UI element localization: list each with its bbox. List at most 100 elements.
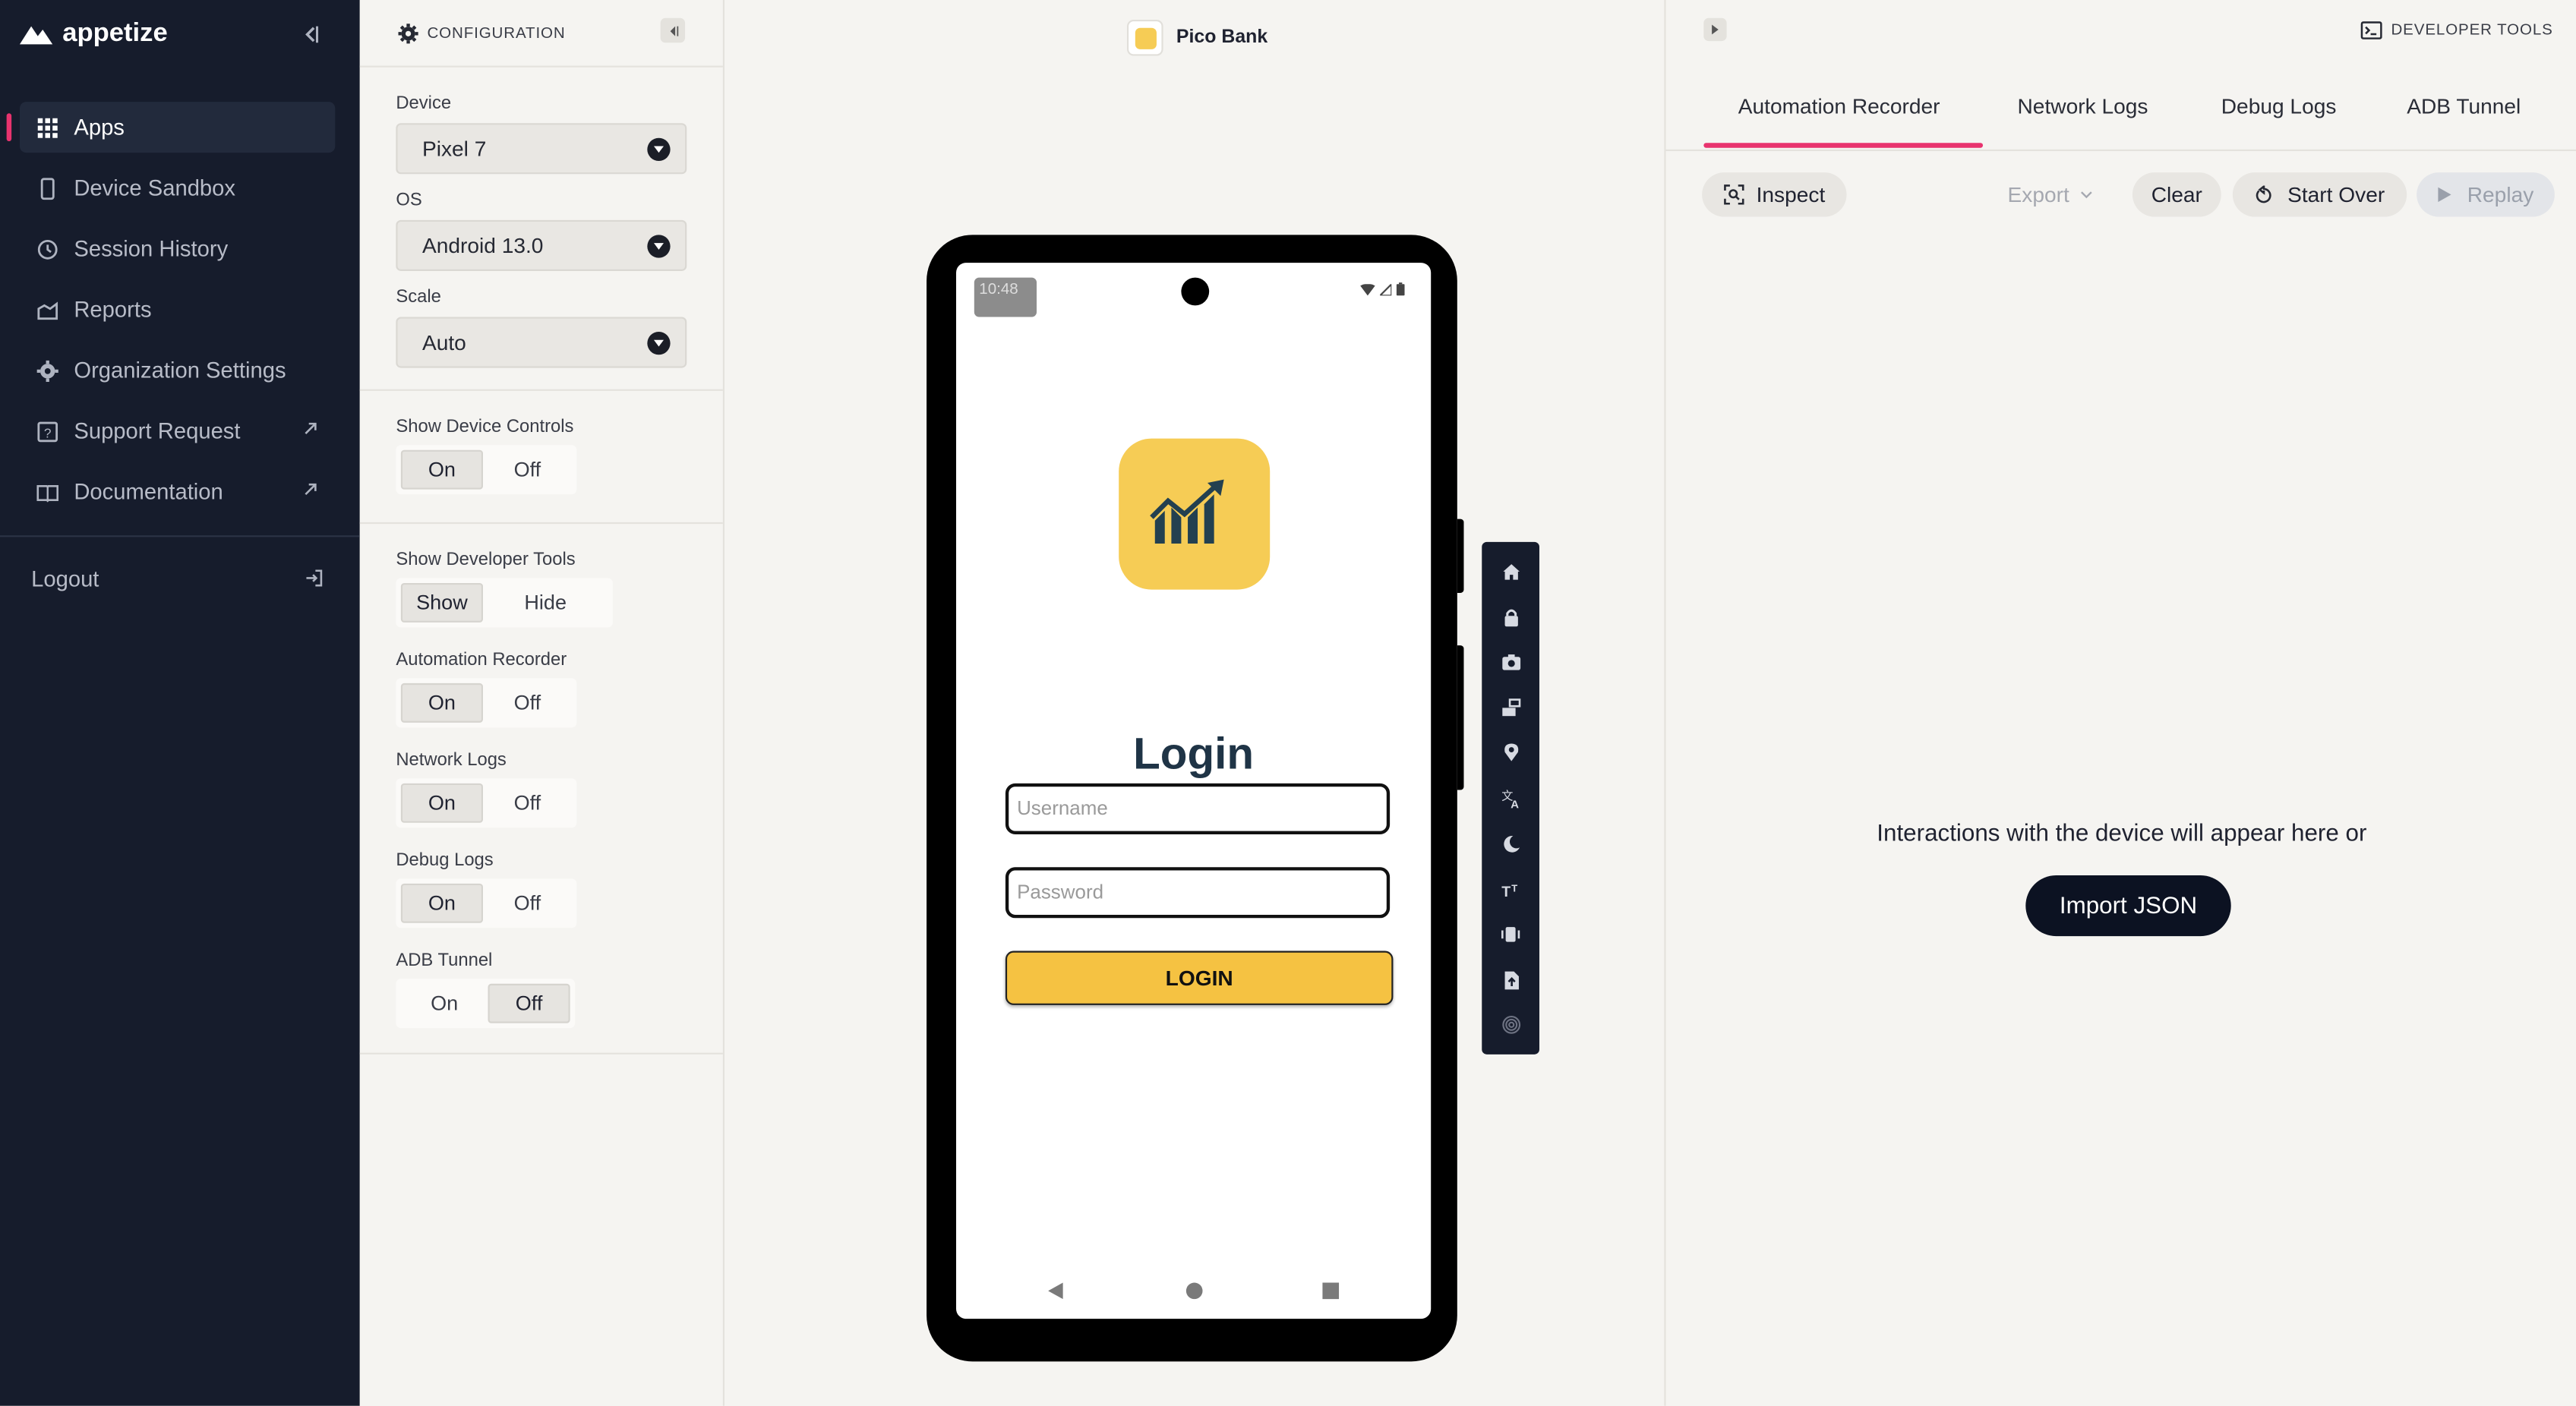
developer-tabs: Automation Recorder Network Logs Debug L…: [1665, 59, 2576, 152]
android-recents-button[interactable]: [1322, 1282, 1340, 1300]
upload-icon[interactable]: [1498, 967, 1523, 991]
device-volume-button: [1457, 645, 1464, 790]
debug-logs-off[interactable]: Off: [483, 884, 572, 923]
lock-icon[interactable]: [1498, 604, 1523, 629]
device-frame: 10:48 Login Username Password LOGIN: [927, 235, 1457, 1362]
inspect-button[interactable]: Inspect: [1702, 172, 1847, 217]
password-input[interactable]: Password: [1005, 867, 1391, 919]
android-back-button[interactable]: [1048, 1282, 1063, 1300]
sidebar-item-label: Session History: [74, 236, 229, 261]
scale-select[interactable]: Auto: [396, 317, 687, 368]
sidebar-item-support-request[interactable]: ? Support Request: [20, 405, 335, 456]
sidebar-item-device-sandbox[interactable]: Device Sandbox: [20, 162, 335, 213]
sidebar-item-reports[interactable]: Reports: [20, 284, 335, 335]
font-size-icon[interactable]: TT: [1498, 875, 1523, 900]
sidebar-item-session-history[interactable]: Session History: [20, 223, 335, 274]
location-icon[interactable]: [1498, 739, 1523, 763]
device-select[interactable]: Pixel 7: [396, 123, 687, 175]
config-divider: [359, 522, 723, 525]
automation-recorder-label: Automation Recorder: [396, 650, 567, 670]
tab-adb-tunnel[interactable]: ADB Tunnel: [2407, 93, 2521, 118]
tab-network-logs[interactable]: Network Logs: [2017, 93, 2148, 118]
scale-value: Auto: [421, 329, 466, 355]
sidebar-nav: Apps Device Sandbox Session History Repo…: [6, 102, 336, 527]
show-device-controls-label: Show Device Controls: [396, 417, 574, 437]
svg-text:?: ?: [44, 424, 52, 440]
show-developer-tools-show[interactable]: Show: [400, 582, 484, 623]
show-device-controls-on[interactable]: On: [400, 449, 484, 490]
network-logs-off[interactable]: Off: [483, 783, 572, 823]
os-select[interactable]: Android 13.0: [396, 219, 687, 271]
configuration-header: CONFIGURATION: [359, 0, 723, 68]
automation-recorder-off[interactable]: Off: [483, 683, 572, 723]
device-screen[interactable]: 10:48 Login Username Password LOGIN: [956, 263, 1432, 1319]
home-icon[interactable]: [1498, 559, 1523, 583]
replay-button[interactable]: Replay: [2417, 172, 2555, 217]
app-title: Pico Bank: [1176, 27, 1268, 48]
gear-icon: [36, 359, 58, 381]
sidebar-item-apps[interactable]: Apps: [6, 102, 336, 153]
signal-icon: [1380, 283, 1392, 295]
fingerprint-icon[interactable]: [1498, 1012, 1523, 1036]
sidebar: appetize Apps Device Sandbox Session His…: [0, 0, 360, 1406]
collapse-config-button[interactable]: [660, 17, 686, 43]
svg-text:T: T: [1501, 883, 1510, 897]
developer-tools-title: DEVELOPER TOOLS: [2361, 21, 2553, 39]
network-logs-on[interactable]: On: [400, 783, 484, 823]
vibrate-icon[interactable]: [1498, 922, 1523, 946]
expand-panel-button[interactable]: [1703, 17, 1727, 42]
brand-logo[interactable]: appetize: [19, 20, 168, 49]
appetize-logo-icon: [19, 26, 53, 45]
external-link-icon: [305, 422, 317, 435]
dark-mode-icon[interactable]: [1498, 831, 1523, 856]
replay-label: Replay: [2467, 182, 2534, 207]
inspect-label: Inspect: [1756, 182, 1826, 207]
reports-icon: [37, 301, 58, 319]
network-logs-toggle: On Off: [396, 778, 577, 828]
help-icon: ?: [37, 421, 58, 442]
android-home-button[interactable]: [1185, 1282, 1203, 1300]
automation-recorder-toggle: On Off: [396, 678, 577, 728]
phone-icon: [40, 177, 55, 200]
svg-text:A: A: [1510, 797, 1518, 807]
rotate-icon[interactable]: [1498, 695, 1523, 719]
sidebar-item-organization-settings[interactable]: Organization Settings: [20, 345, 335, 396]
growth-chart-icon: [1150, 479, 1224, 544]
username-input[interactable]: Username: [1005, 783, 1391, 834]
play-icon: [2437, 187, 2451, 203]
battery-icon: [1396, 282, 1405, 296]
sidebar-item-label: Organization Settings: [74, 358, 286, 383]
configuration-title: CONFIGURATION: [427, 24, 566, 43]
clear-button[interactable]: Clear: [2132, 172, 2221, 217]
app-header: Pico Bank: [1127, 19, 1268, 56]
scale-label: Scale: [396, 287, 441, 307]
adb-tunnel-off[interactable]: Off: [488, 983, 570, 1023]
show-device-controls-off[interactable]: Off: [483, 450, 572, 490]
external-link-icon: [305, 483, 317, 496]
network-logs-label: Network Logs: [396, 750, 507, 771]
adb-tunnel-on[interactable]: On: [401, 984, 488, 1023]
device-value: Pixel 7: [421, 136, 487, 162]
logout-button[interactable]: Logout: [31, 563, 324, 593]
active-tab-indicator: [1703, 143, 1984, 148]
camera-icon[interactable]: [1498, 648, 1523, 673]
import-json-button[interactable]: Import JSON: [2025, 875, 2231, 937]
debug-logs-on[interactable]: On: [400, 883, 484, 923]
automation-recorder-on[interactable]: On: [400, 683, 484, 723]
logout-label: Logout: [31, 566, 99, 591]
restart-icon: [2256, 184, 2272, 203]
export-dropdown[interactable]: Export: [2008, 182, 2093, 207]
login-button[interactable]: LOGIN: [1005, 950, 1394, 1005]
sidebar-item-label: Apps: [74, 115, 125, 140]
sidebar-item-documentation[interactable]: Documentation: [20, 466, 335, 517]
tab-debug-logs[interactable]: Debug Logs: [2221, 93, 2337, 118]
collapse-sidebar-icon[interactable]: [301, 23, 320, 46]
tab-automation-recorder[interactable]: Automation Recorder: [1738, 93, 1940, 118]
start-over-button[interactable]: Start Over: [2232, 172, 2407, 217]
device-power-button: [1457, 519, 1464, 593]
developer-tools-header: DEVELOPER TOOLS: [1666, 0, 2576, 59]
pico-bank-logo: [1119, 438, 1271, 590]
language-icon[interactable]: 文A: [1498, 785, 1523, 809]
show-developer-tools-hide[interactable]: Hide: [483, 583, 608, 623]
config-divider: [359, 389, 723, 391]
